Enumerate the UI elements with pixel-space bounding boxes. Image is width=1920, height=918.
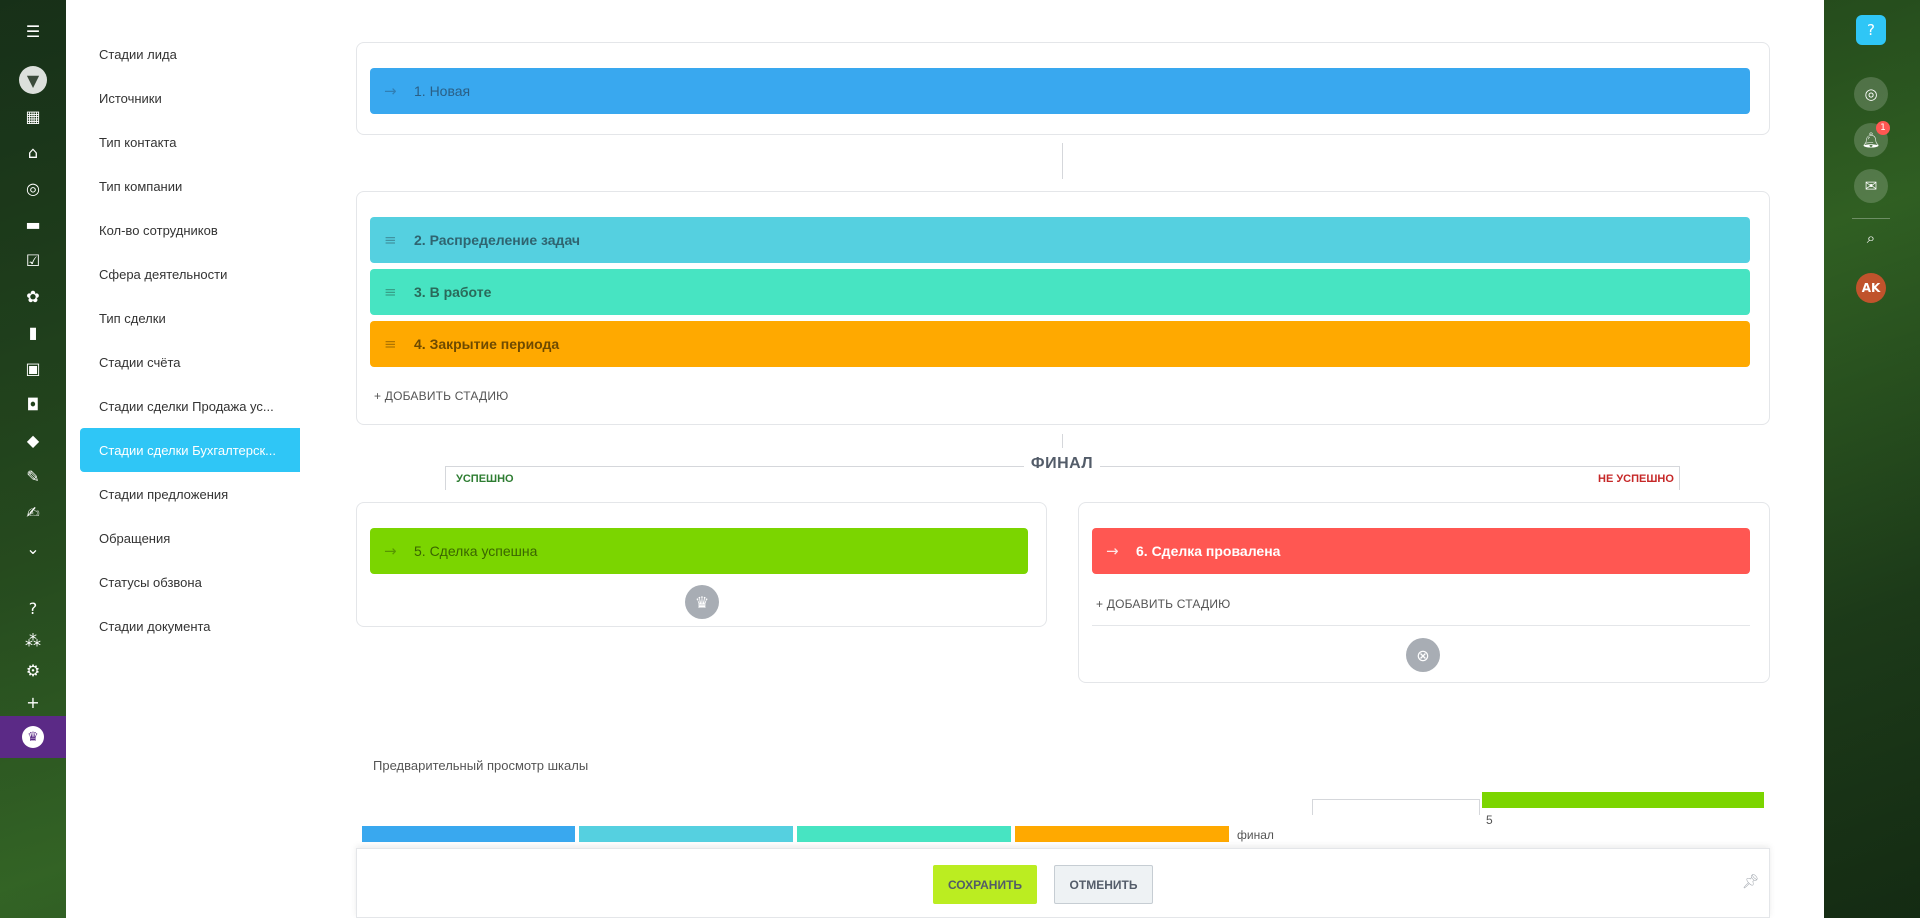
side-item[interactable]: Стадии лида <box>80 32 316 76</box>
side-item[interactable]: Стадии счёта <box>80 340 316 384</box>
scale-bar-closing <box>1015 826 1229 842</box>
side-item[interactable]: Обращения <box>80 516 316 560</box>
stage-new[interactable]: → 1. Новая <box>370 68 1750 114</box>
stage-fail[interactable]: → 6. Сделка провалена <box>1092 528 1750 574</box>
stage-title: 2. Распределение задач <box>414 232 581 248</box>
avatar[interactable]: AK <box>1856 273 1886 303</box>
chevron-circle-icon[interactable]: ⌄ <box>19 534 47 562</box>
scale-bar-distribution <box>579 826 793 842</box>
robot-icon[interactable]: ◘ <box>19 390 47 418</box>
scale-bar-new <box>362 826 575 842</box>
final-title: ФИНАЛ <box>1024 455 1100 473</box>
notification-count-badge: 1 <box>1876 121 1890 135</box>
edit-doc-icon[interactable]: ✎ <box>19 462 47 490</box>
drag-handle-icon[interactable]: ≡ <box>384 335 414 353</box>
fail-label: НЕ УСПЕШНО <box>1598 473 1674 485</box>
side-item[interactable]: Стадии сделки Продажа ус... <box>80 384 316 428</box>
scale-success-number: 5 <box>1486 813 1493 827</box>
scale-fail-bracket <box>1312 799 1480 815</box>
cart-icon[interactable]: ▬ <box>19 210 47 238</box>
arrow-right-icon: → <box>1106 542 1119 560</box>
fail-box-divider <box>1092 625 1750 626</box>
stage-title: 5. Сделка успешна <box>414 543 538 559</box>
rail-divider <box>1852 218 1890 219</box>
structure-icon[interactable]: ⁂ <box>19 626 47 654</box>
side-item[interactable]: Тип компании <box>80 164 316 208</box>
side-item-active[interactable]: Стадии сделки Бухгалтерск... <box>80 428 300 472</box>
calendar-icon[interactable]: ▦ <box>19 102 47 130</box>
side-item[interactable]: Стадии предложения <box>80 472 316 516</box>
side-item[interactable]: Статусы обзвона <box>80 560 316 604</box>
save-button[interactable]: СОХРАНИТЬ <box>933 865 1037 904</box>
success-label: УСПЕШНО <box>456 473 514 485</box>
bell-icon[interactable]: 🔔︎ 1 <box>1854 121 1890 157</box>
stage-title: 6. Сделка провалена <box>1136 543 1281 559</box>
stage-in-work[interactable]: ≡ 3. В работе <box>370 269 1750 315</box>
menu-icon[interactable]: ☰ <box>19 17 47 45</box>
main-panel <box>66 0 1824 918</box>
stage-title: 3. В работе <box>414 284 492 300</box>
drag-handle-icon[interactable]: ≡ <box>384 231 414 249</box>
side-item[interactable]: Источники <box>80 76 316 120</box>
stage-connector <box>1062 143 1063 179</box>
left-nav-rail: ☰ ▼ ▦ ⌂ ◎ ▬ ☑ ✿ ▮ ▣ ◘ ◆ ✎ ✍ ⌄ ? ⁂ ⚙ + ♛ <box>0 0 66 918</box>
copilot-icon[interactable]: ◎ <box>1854 77 1888 111</box>
crown-button[interactable]: ♛ <box>0 716 66 758</box>
stage-distribution[interactable]: ≡ 2. Распределение задач <box>370 217 1750 263</box>
chat-icon[interactable]: ✉ <box>1854 169 1888 203</box>
add-fail-stage-button[interactable]: + ДОБАВИТЬ СТАДИЮ <box>1096 597 1230 611</box>
help-icon[interactable]: ? <box>19 594 47 622</box>
crown-icon: ♛ <box>22 726 44 748</box>
plus-icon[interactable]: + <box>19 688 47 716</box>
settings-icon[interactable]: ⚙ <box>19 656 47 684</box>
side-item[interactable]: Тип контакта <box>80 120 316 164</box>
trophy-icon: ♛ <box>685 585 719 619</box>
side-item[interactable]: Сфера деятельности <box>80 252 316 296</box>
pin-icon[interactable]: 📌︎ <box>1742 874 1760 890</box>
arrow-right-icon: → <box>384 82 397 100</box>
help-icon[interactable]: ? <box>1856 15 1886 45</box>
bank-icon[interactable]: ⌂ <box>19 138 47 166</box>
scale-success-bar <box>1482 792 1764 808</box>
drag-handle-icon[interactable]: ≡ <box>384 283 414 301</box>
box-icon[interactable]: ◆ <box>19 426 47 454</box>
stage-closing-period[interactable]: ≡ 4. Закрытие периода <box>370 321 1750 367</box>
stage-title: 4. Закрытие периода <box>414 336 560 352</box>
side-item[interactable]: Стадии документа <box>80 604 316 648</box>
scale-bar-in-work <box>797 826 1011 842</box>
final-line-left <box>446 466 1024 467</box>
add-stage-button[interactable]: + ДОБАВИТЬ СТАДИЮ <box>374 389 508 403</box>
sites-icon[interactable]: ✿ <box>19 282 47 310</box>
stage-title: 1. Новая <box>414 83 471 99</box>
close-circle-icon: ⊗ <box>1406 638 1440 672</box>
analytics-icon[interactable]: ▮ <box>19 318 47 346</box>
signature-icon[interactable]: ✍ <box>19 498 47 526</box>
arrow-right-icon: → <box>384 542 397 560</box>
side-item[interactable]: Кол-во сотрудников <box>80 208 316 252</box>
settings-side-menu: Стадии лида Источники Тип контакта Тип к… <box>80 32 316 648</box>
contact-card-icon[interactable]: ▣ <box>19 354 47 382</box>
funnel-icon[interactable]: ▼ <box>19 66 47 94</box>
checkbox-icon[interactable]: ☑ <box>19 246 47 274</box>
stage-success[interactable]: → 5. Сделка успешна <box>370 528 1028 574</box>
stage-connector <box>1062 434 1063 448</box>
scale-final-label: финал <box>1237 828 1274 842</box>
final-line-right <box>1100 466 1680 467</box>
search-icon[interactable]: ⌕ <box>1854 221 1888 255</box>
target-icon[interactable]: ◎ <box>19 174 47 202</box>
side-item[interactable]: Тип сделки <box>80 296 316 340</box>
preview-label: Предварительный просмотр шкалы <box>373 758 589 773</box>
cancel-button[interactable]: ОТМЕНИТЬ <box>1054 865 1153 904</box>
